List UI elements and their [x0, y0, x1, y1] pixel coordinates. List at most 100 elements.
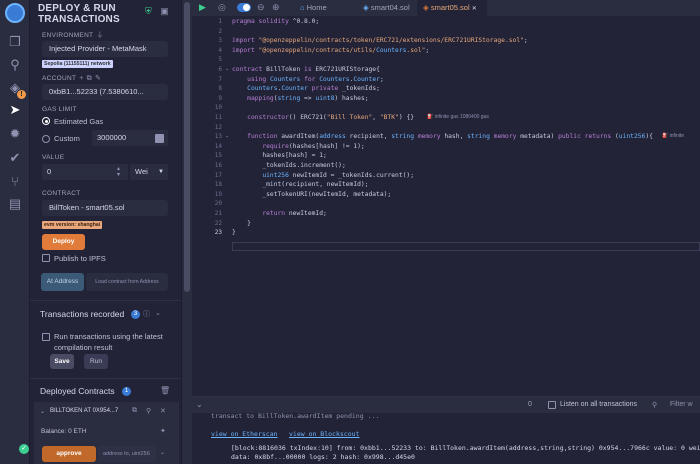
- pin-icon[interactable]: ⚲: [146, 407, 151, 415]
- gas-copy-icon[interactable]: [155, 134, 164, 143]
- terminal: ⌄ 0 Listen on all transactions ⚲ Filter …: [192, 396, 700, 464]
- close-icon[interactable]: ✕: [160, 407, 166, 415]
- line-number: 7: [218, 75, 222, 83]
- at-address-button[interactable]: At Address: [41, 273, 84, 291]
- code-line[interactable]: contract BillToken is ERC721URIStorage{: [232, 66, 380, 73]
- code-line[interactable]: function awardItem(address recipient, st…: [232, 133, 653, 140]
- code-line[interactable]: using Counters for Counters.Counter;: [232, 76, 384, 83]
- gas-limit-label: GAS LIMIT: [42, 106, 77, 113]
- add-account-icon[interactable]: +: [79, 75, 83, 82]
- instance-chevron-icon[interactable]: ⌄: [40, 408, 45, 415]
- info-icon[interactable]: ⓘ: [143, 309, 150, 319]
- fold-chevron-icon[interactable]: ⌄: [225, 66, 229, 72]
- run-button[interactable]: Run: [84, 354, 108, 369]
- account-select[interactable]: 0xbB1...52233 (7.5380610...: [42, 84, 168, 100]
- line-number: 17: [214, 171, 222, 179]
- code-line[interactable]: }: [232, 220, 251, 227]
- code-line[interactable]: _tokenIds.increment();: [232, 162, 345, 169]
- code-line[interactable]: constructor() ERC721("Bill Token", "BTK"…: [232, 114, 414, 121]
- code-line[interactable]: _setTokenURI(newItemId, metadata);: [232, 191, 391, 198]
- instance-label[interactable]: BILLTOKEN AT 0X954...7: [50, 408, 118, 414]
- estimated-gas-radio[interactable]: [42, 117, 50, 125]
- debugger-icon[interactable]: ✹: [7, 126, 23, 142]
- git-icon[interactable]: ⑂: [7, 174, 23, 190]
- log-line-1[interactable]: [block:8816036 txIndex:10] from: 0xbb1..…: [231, 444, 700, 452]
- code-editor[interactable]: 1 2 3 4 5 6 7 8 9 10 11 12 13 14 15 16 17 18 19 20 21 22 23 ⌄ ⌄ …: [192, 16, 700, 400]
- panel-menu-icon[interactable]: ▣: [160, 6, 169, 16]
- file-explorer-icon[interactable]: ❐: [7, 34, 23, 50]
- line-number: 21: [214, 210, 222, 217]
- contract-label: CONTRACT: [42, 190, 81, 197]
- shield-icon[interactable]: ⛨: [145, 6, 152, 16]
- copy-icon[interactable]: ⧉: [87, 75, 92, 82]
- approve-params-input[interactable]: address to, uint256: [98, 446, 156, 462]
- run-latest-line2: compilation result: [54, 343, 113, 352]
- filter-input[interactable]: Filter w: [670, 401, 693, 408]
- run-latest-checkbox[interactable]: [42, 333, 50, 341]
- code-line[interactable]: hashes[hash] = 1;: [232, 152, 326, 159]
- check-icon[interactable]: ✔: [7, 150, 23, 166]
- log-line-2[interactable]: data: 0x8bf...00000 logs: 2 hash: 0x998.…: [231, 453, 415, 461]
- panel-scrollbar[interactable]: [182, 0, 192, 464]
- collapse-terminal-icon[interactable]: ⌄: [196, 400, 203, 409]
- line-number: 19: [214, 190, 222, 198]
- deploy-run-icon[interactable]: ➤: [7, 102, 23, 118]
- custom-gas-label: Custom: [54, 134, 80, 143]
- value-input[interactable]: 0: [42, 164, 128, 180]
- code-line[interactable]: return newItemId;: [232, 210, 326, 217]
- contract-select[interactable]: BillToken - smart05.sol: [42, 200, 168, 216]
- line-number: 3: [218, 37, 222, 45]
- value-stepper-icon[interactable]: ▴ ▾: [117, 166, 120, 178]
- value-unit-select[interactable]: Wei ▼: [130, 164, 168, 180]
- code-line[interactable]: pragma solidity ^0.8.0;: [232, 18, 319, 25]
- code-line[interactable]: _mint(recipient, newItemId);: [232, 181, 368, 188]
- code-line[interactable]: Counters.Counter private _tokenIds;: [232, 85, 380, 92]
- run-icon[interactable]: ▶: [199, 2, 206, 13]
- chevron-down-icon[interactable]: ⌄: [160, 449, 165, 456]
- remix-ide-window: ❐ ⚲ ◈ ! ➤ ✹ ✔ ⑂ ▤ DEPLOY & RUN TRANSACTI…: [0, 0, 700, 464]
- copy-address-icon[interactable]: ⧉: [132, 407, 137, 415]
- load-contract-input[interactable]: Load contract from Address: [86, 273, 168, 291]
- edit-icon[interactable]: ✎: [95, 75, 101, 82]
- code-line[interactable]: import "@openzeppelin/contracts/token/ER…: [232, 37, 528, 44]
- search-icon[interactable]: ⚲: [7, 57, 23, 73]
- fold-chevron-icon[interactable]: ⌄: [225, 133, 229, 139]
- remix-logo-icon[interactable]: [5, 3, 25, 23]
- close-tab-icon[interactable]: ✕: [472, 6, 477, 12]
- transactions-recorded-title[interactable]: Transactions recorded: [40, 309, 124, 319]
- code-line[interactable]: require(hashes[hash] != 1);: [232, 143, 364, 150]
- learn-icon[interactable]: ▤: [7, 196, 23, 212]
- line-number: 12: [214, 123, 222, 131]
- chevron-down-icon[interactable]: ⌄: [155, 309, 161, 317]
- account-label: ACCOUNT + ⧉ ✎: [42, 75, 102, 82]
- tab-smart05[interactable]: ◈ smart05.sol ✕: [417, 0, 487, 16]
- environment-select[interactable]: Injected Provider - MetaMask: [42, 41, 168, 57]
- deploy-button[interactable]: Deploy: [42, 234, 85, 250]
- scrollbar-thumb[interactable]: [184, 2, 190, 292]
- zoom-in-icon[interactable]: ⊕: [272, 2, 280, 13]
- tab-smart04[interactable]: ◈ smart04.sol: [357, 0, 417, 16]
- save-button[interactable]: Save: [50, 354, 74, 369]
- code-line[interactable]: uint256 newItemId = _tokenIds.current();: [232, 172, 414, 179]
- zoom-out-icon[interactable]: ⊖: [257, 2, 265, 13]
- compiler-badge: !: [17, 90, 26, 99]
- value-label: VALUE: [42, 154, 65, 161]
- code-line[interactable]: }: [232, 229, 236, 236]
- success-icon: ✓: [19, 444, 29, 454]
- approve-button[interactable]: approve: [42, 446, 96, 462]
- blockscout-link[interactable]: view on Blockscout: [289, 430, 359, 438]
- line-number: 1: [218, 18, 222, 25]
- trash-icon[interactable]: 🗑: [160, 386, 170, 395]
- listen-all-checkbox[interactable]: [548, 401, 556, 409]
- sparkle-icon[interactable]: ✦: [160, 427, 166, 435]
- editor-tabs: ▶ ◎ ⊖ ⊕ ⌂ Home ◈ smart04.sol ◈ smart05.s…: [192, 0, 700, 16]
- custom-gas-radio[interactable]: [42, 135, 50, 143]
- tab-home[interactable]: ⌂ Home: [294, 0, 357, 16]
- robot-icon[interactable]: ◎: [218, 2, 226, 13]
- ai-toggle[interactable]: [237, 3, 251, 12]
- code-line[interactable]: mapping(string => uint8) hashes;: [232, 95, 368, 102]
- code-line[interactable]: import "@openzeppelin/contracts/utils/Co…: [232, 47, 429, 54]
- balance-label: Balance: 0 ETH: [41, 428, 87, 435]
- publish-ipfs-checkbox[interactable]: [42, 254, 50, 262]
- etherscan-link[interactable]: view on Etherscan: [211, 430, 278, 438]
